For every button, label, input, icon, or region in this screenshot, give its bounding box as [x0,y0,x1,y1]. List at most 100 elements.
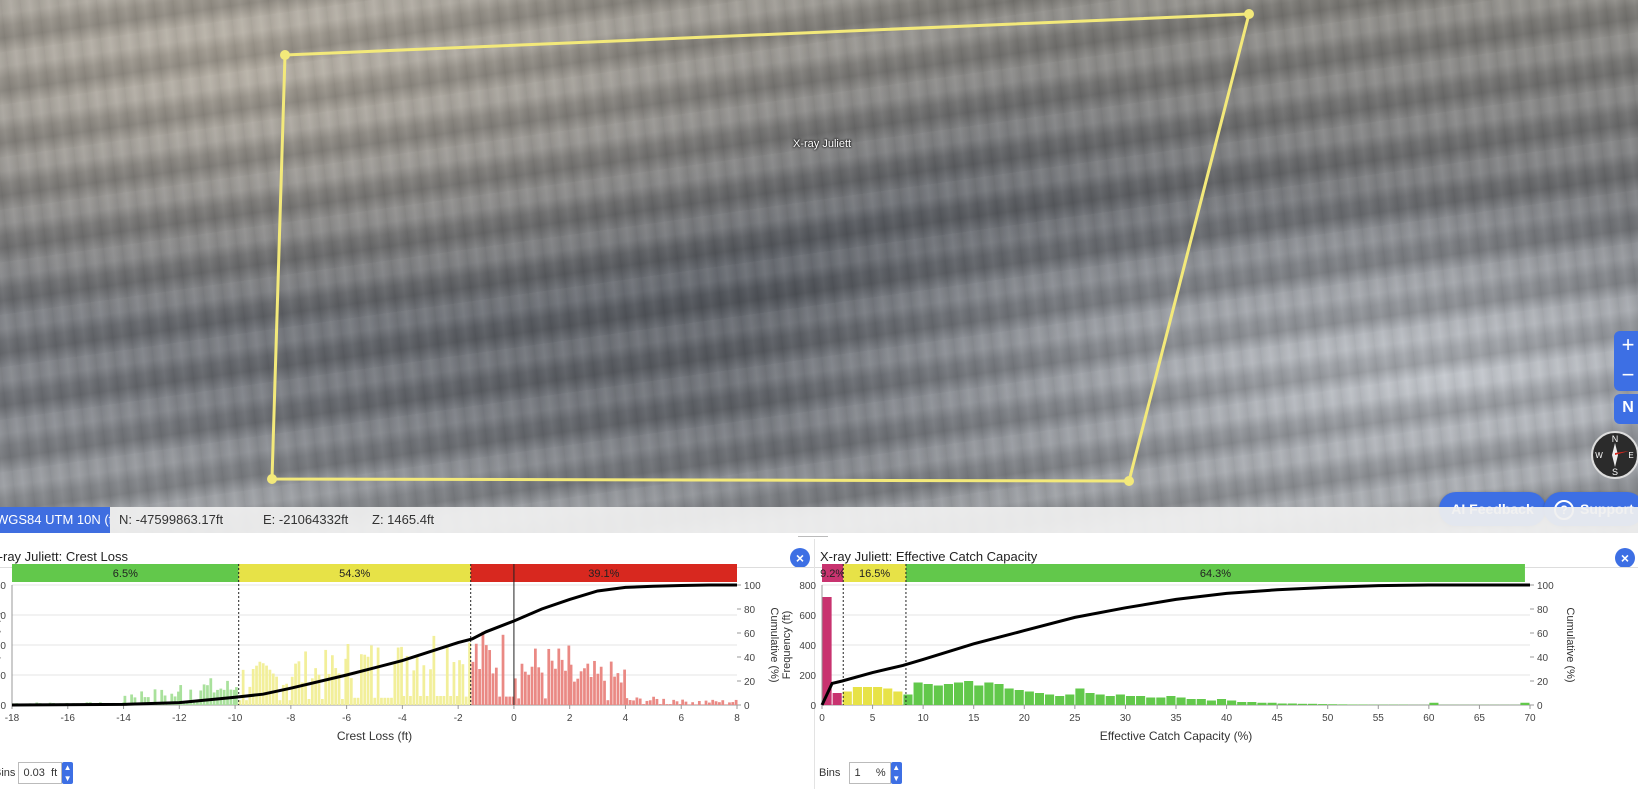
elevation-readout: Z: 1465.4ft [372,512,435,527]
y-tick-label: 40 [0,581,6,592]
histogram-bar [471,661,475,705]
close-panel-button[interactable]: × [790,548,810,568]
band-percent-label: 64.3% [1200,568,1231,580]
y-axis-label: Frequency (ft) [781,611,793,679]
zoom-out-button[interactable]: − [1614,361,1638,391]
histogram-bar [537,667,541,705]
x-tick-label: 40 [1221,713,1233,724]
x-tick-label: -14 [116,713,131,724]
y-tick-label: 400 [799,641,816,652]
band-percent-label: 16.5% [859,568,890,580]
histogram-bar [281,684,285,705]
crs-selector-button[interactable]: WGS84 UTM 10N (ft) [0,507,110,533]
x-tick-label: 15 [968,713,980,724]
histogram-bar [199,690,203,705]
zone-vertex[interactable] [267,474,277,484]
histogram-bar [1267,702,1277,705]
histogram-bar [285,683,289,705]
x-tick-label: 6 [678,713,684,724]
x-tick-label: 50 [1322,713,1334,724]
histogram-bar [586,663,590,705]
histogram-bar [523,671,527,705]
histogram-bar [255,665,258,705]
histogram-bar [913,682,923,705]
zone-vertex[interactable] [280,50,290,60]
y-tick-label: 0 [0,701,6,712]
histogram-bar [494,667,498,705]
histogram-bar [390,697,393,705]
map-view[interactable]: X-ray Juliett + − N N E S W AI Feedback … [0,0,1638,533]
y2-tick-label: 40 [744,653,756,664]
close-panel-button[interactable]: × [1615,548,1635,568]
bins-input[interactable]: 0.03 ft [18,762,63,784]
reset-north-button[interactable]: N [1614,394,1638,424]
histogram-bar [609,661,613,705]
histogram-bar [1520,702,1530,705]
histogram-bar [1277,703,1287,705]
histogram-bar [893,691,903,705]
histogram-bar [603,680,606,705]
histogram-bar [852,687,862,705]
zoom-in-button[interactable]: + [1614,331,1638,361]
x-tick-label: 8 [734,713,740,724]
histogram-bar [458,660,461,705]
histogram-bar [665,704,669,705]
zone-vertex[interactable] [1244,9,1254,19]
histogram-bar [1186,699,1196,705]
bins-input[interactable]: 1 % [849,762,891,784]
histogram-bar [642,704,645,705]
histogram-bar [701,704,705,705]
histogram-bar [862,687,873,705]
close-icon: × [1620,550,1630,566]
zone-polygon[interactable] [270,12,1251,483]
histogram-bar [923,684,933,705]
x-tick-label: -6 [342,713,351,724]
x-tick-label: 35 [1170,713,1182,724]
compass-icon[interactable]: N E S W [1591,431,1638,479]
histogram-bar [376,647,380,705]
histogram-bar [684,701,688,705]
histogram-bar [593,660,596,705]
histogram-bar [356,697,360,705]
histogram-bar [645,700,649,705]
histogram-bar [481,631,485,705]
histogram-bar [1227,700,1237,705]
histogram-bar [974,685,984,705]
histogram-bar [278,700,282,705]
histogram-bar [687,704,691,705]
histogram-bar [1247,702,1257,705]
histogram-bar [474,643,478,705]
histogram-bar [873,687,883,705]
bins-stepper[interactable]: ▲ ▼ [62,762,74,784]
histogram-bar [429,669,432,705]
histogram-bar [1024,691,1034,705]
histogram-bar [402,696,406,705]
histogram-bar [1328,704,1338,705]
x-tick-label: 20 [1019,713,1031,724]
histogram-bar [1156,697,1166,705]
histogram-bar [464,696,468,705]
histogram-bar [1115,694,1125,705]
x-tick-label: 4 [623,713,629,724]
histogram-bar [1045,694,1055,705]
bins-stepper[interactable]: ▲ ▼ [890,762,902,784]
histogram-bar [386,697,390,705]
histogram-bar [728,702,731,705]
histogram-bar [648,700,652,705]
histogram-bar [832,693,842,705]
histogram-bar [628,700,632,705]
histogram-bar [226,680,229,705]
histogram-bar [363,654,367,705]
y2-tick-label: 80 [744,605,756,616]
histogram-bar [652,696,655,705]
histogram-bar [405,655,409,705]
zone-vertex[interactable] [1124,476,1134,486]
histogram-bar [353,697,357,705]
histogram-bar [554,668,557,705]
histogram-bar [393,663,397,705]
histogram-bar [505,696,508,705]
y2-tick-label: 20 [1537,677,1549,688]
histogram-bar [547,648,551,705]
x-tick-label: 25 [1069,713,1081,724]
histogram-bar [1318,704,1328,705]
